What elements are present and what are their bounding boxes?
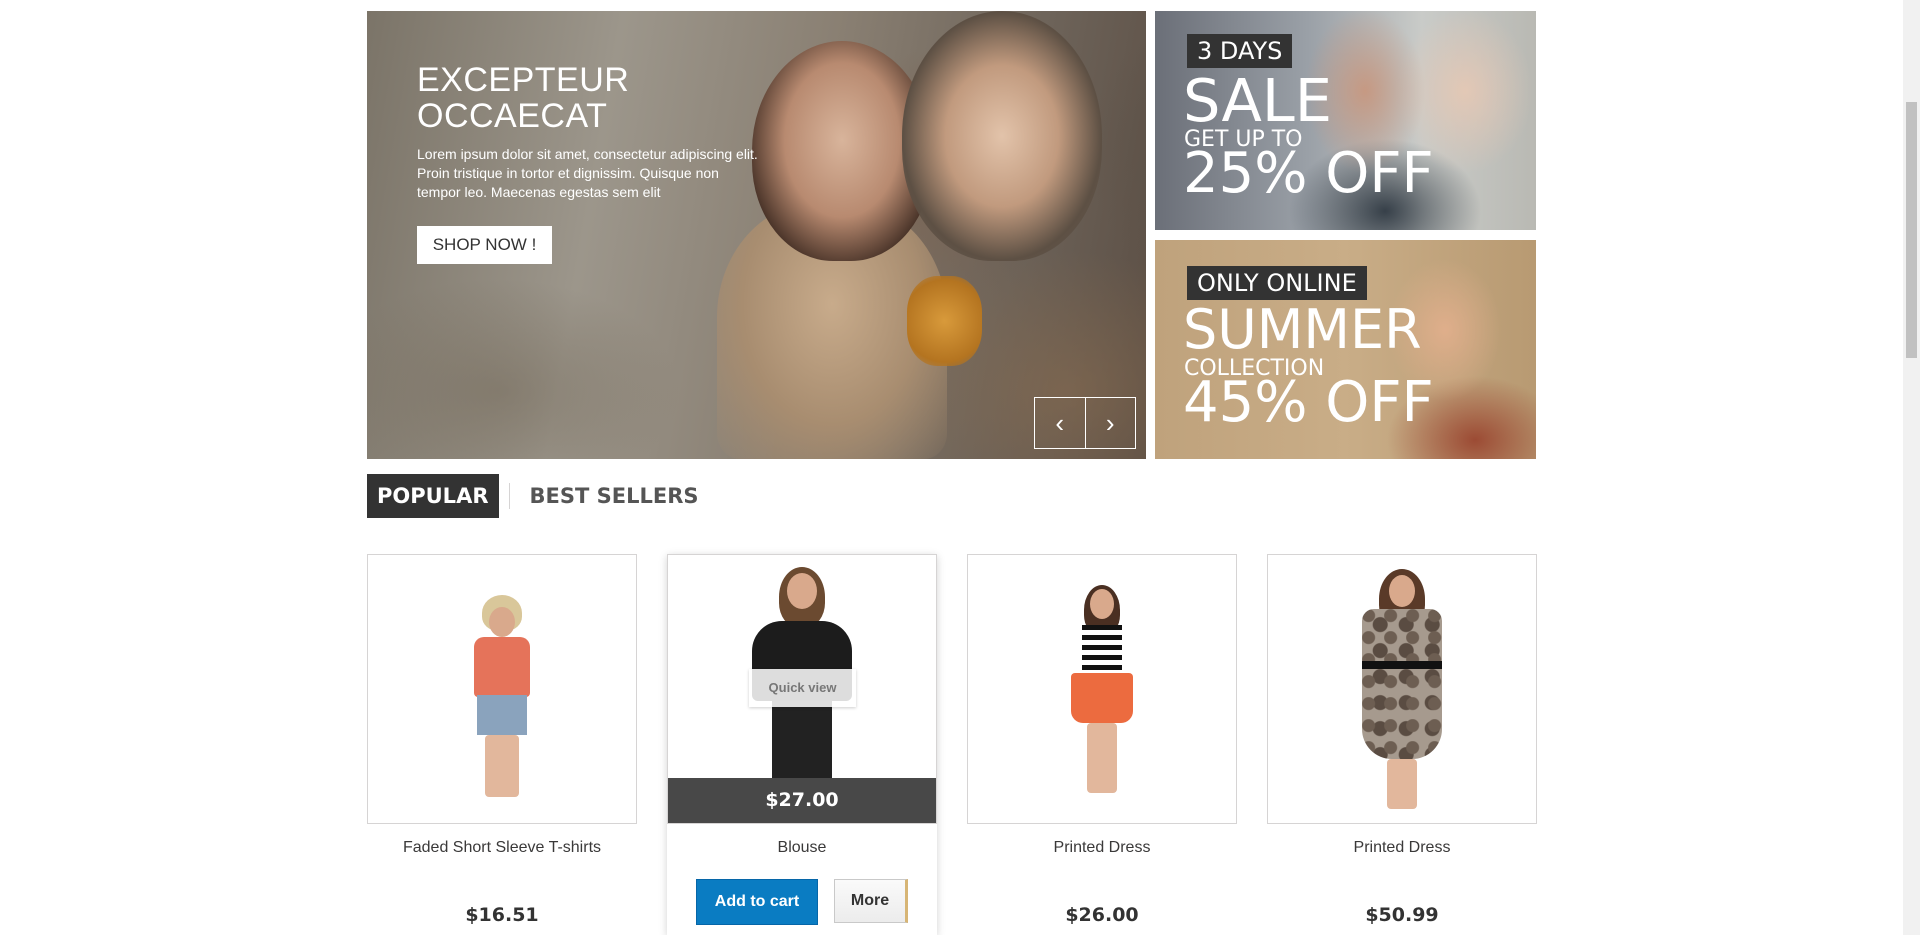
- banner-headline: SALE: [1183, 66, 1333, 135]
- product-card-hovered[interactable]: Quick view $27.00 Blouse Add to cart Mor…: [667, 554, 937, 935]
- product-price: $16.51: [465, 904, 539, 926]
- hero-photo-mitten: [907, 276, 982, 366]
- model-top: [474, 637, 530, 697]
- product-card[interactable]: Printed Dress $26.00: [967, 554, 1237, 926]
- shop-now-button[interactable]: SHOP NOW !: [417, 226, 552, 264]
- banner-headline: SUMMER: [1183, 298, 1422, 361]
- product-image[interactable]: [1267, 554, 1537, 824]
- more-button[interactable]: More: [834, 879, 908, 923]
- product-price: $26.00: [1065, 904, 1139, 926]
- model-shorts: [477, 695, 527, 735]
- promo-banner-sale[interactable]: 3 DAYS SALE GET UP TO 25% OFF: [1155, 11, 1536, 230]
- add-to-cart-button[interactable]: Add to cart: [696, 879, 818, 925]
- chevron-left-icon: ‹: [1055, 407, 1065, 438]
- model-skirt: [1071, 673, 1133, 723]
- product-image[interactable]: [367, 554, 637, 824]
- product-name[interactable]: Blouse: [667, 838, 937, 858]
- model-dress: [1362, 609, 1442, 759]
- product-actions: Add to cart More: [667, 879, 937, 925]
- price-overlay: $27.00: [668, 778, 936, 823]
- model-striped-top: [1082, 625, 1122, 675]
- slider-next-button[interactable]: ›: [1084, 398, 1136, 448]
- slider-controls: ‹ ›: [1034, 397, 1136, 449]
- product-card[interactable]: Printed Dress $50.99: [1267, 554, 1537, 926]
- product-name[interactable]: Faded Short Sleeve T-shirts: [367, 838, 637, 858]
- hero-photo-model-2: [902, 11, 1102, 261]
- hero-description: Lorem ipsum dolor sit amet, consectetur …: [417, 146, 758, 200]
- model-head: [787, 573, 817, 609]
- product-name[interactable]: Printed Dress: [967, 838, 1237, 858]
- slider-prev-button[interactable]: ‹: [1035, 398, 1085, 448]
- model-trousers: [772, 701, 832, 781]
- model-head: [1389, 575, 1415, 607]
- promo-banner-summer[interactable]: ONLY ONLINE SUMMER COLLECTION 45% OFF: [1155, 240, 1536, 459]
- tab-divider: [508, 483, 510, 509]
- tab-best-sellers[interactable]: BEST SELLERS: [520, 474, 709, 518]
- product-image[interactable]: [967, 554, 1237, 824]
- product-name[interactable]: Printed Dress: [1267, 838, 1537, 858]
- scrollbar-thumb[interactable]: [1906, 102, 1917, 358]
- product-price: $50.99: [1365, 904, 1439, 926]
- quick-view-button[interactable]: Quick view: [749, 669, 856, 707]
- model-head: [1090, 589, 1114, 619]
- banner-discount: 45% OFF: [1183, 370, 1434, 435]
- banner-tag: ONLY ONLINE: [1187, 266, 1367, 300]
- hero-title: EXCEPTEUR OCCAECAT: [417, 61, 630, 135]
- hero-slider[interactable]: EXCEPTEUR OCCAECAT Lorem ipsum dolor sit…: [367, 11, 1146, 459]
- model-head: [489, 607, 515, 637]
- model-legs: [485, 735, 519, 797]
- model-legs: [1387, 759, 1417, 809]
- product-card[interactable]: Faded Short Sleeve T-shirts $16.51: [367, 554, 637, 926]
- chevron-right-icon: ›: [1105, 407, 1115, 438]
- page-scrollbar[interactable]: [1903, 0, 1920, 935]
- banner-discount: 25% OFF: [1183, 141, 1434, 206]
- product-tabs: POPULAR BEST SELLERS: [367, 474, 708, 518]
- model-legs: [1087, 723, 1117, 793]
- model-belt: [1362, 661, 1442, 669]
- product-image[interactable]: Quick view $27.00: [667, 554, 937, 824]
- banner-tag: 3 DAYS: [1187, 34, 1293, 68]
- tab-popular[interactable]: POPULAR: [367, 474, 499, 518]
